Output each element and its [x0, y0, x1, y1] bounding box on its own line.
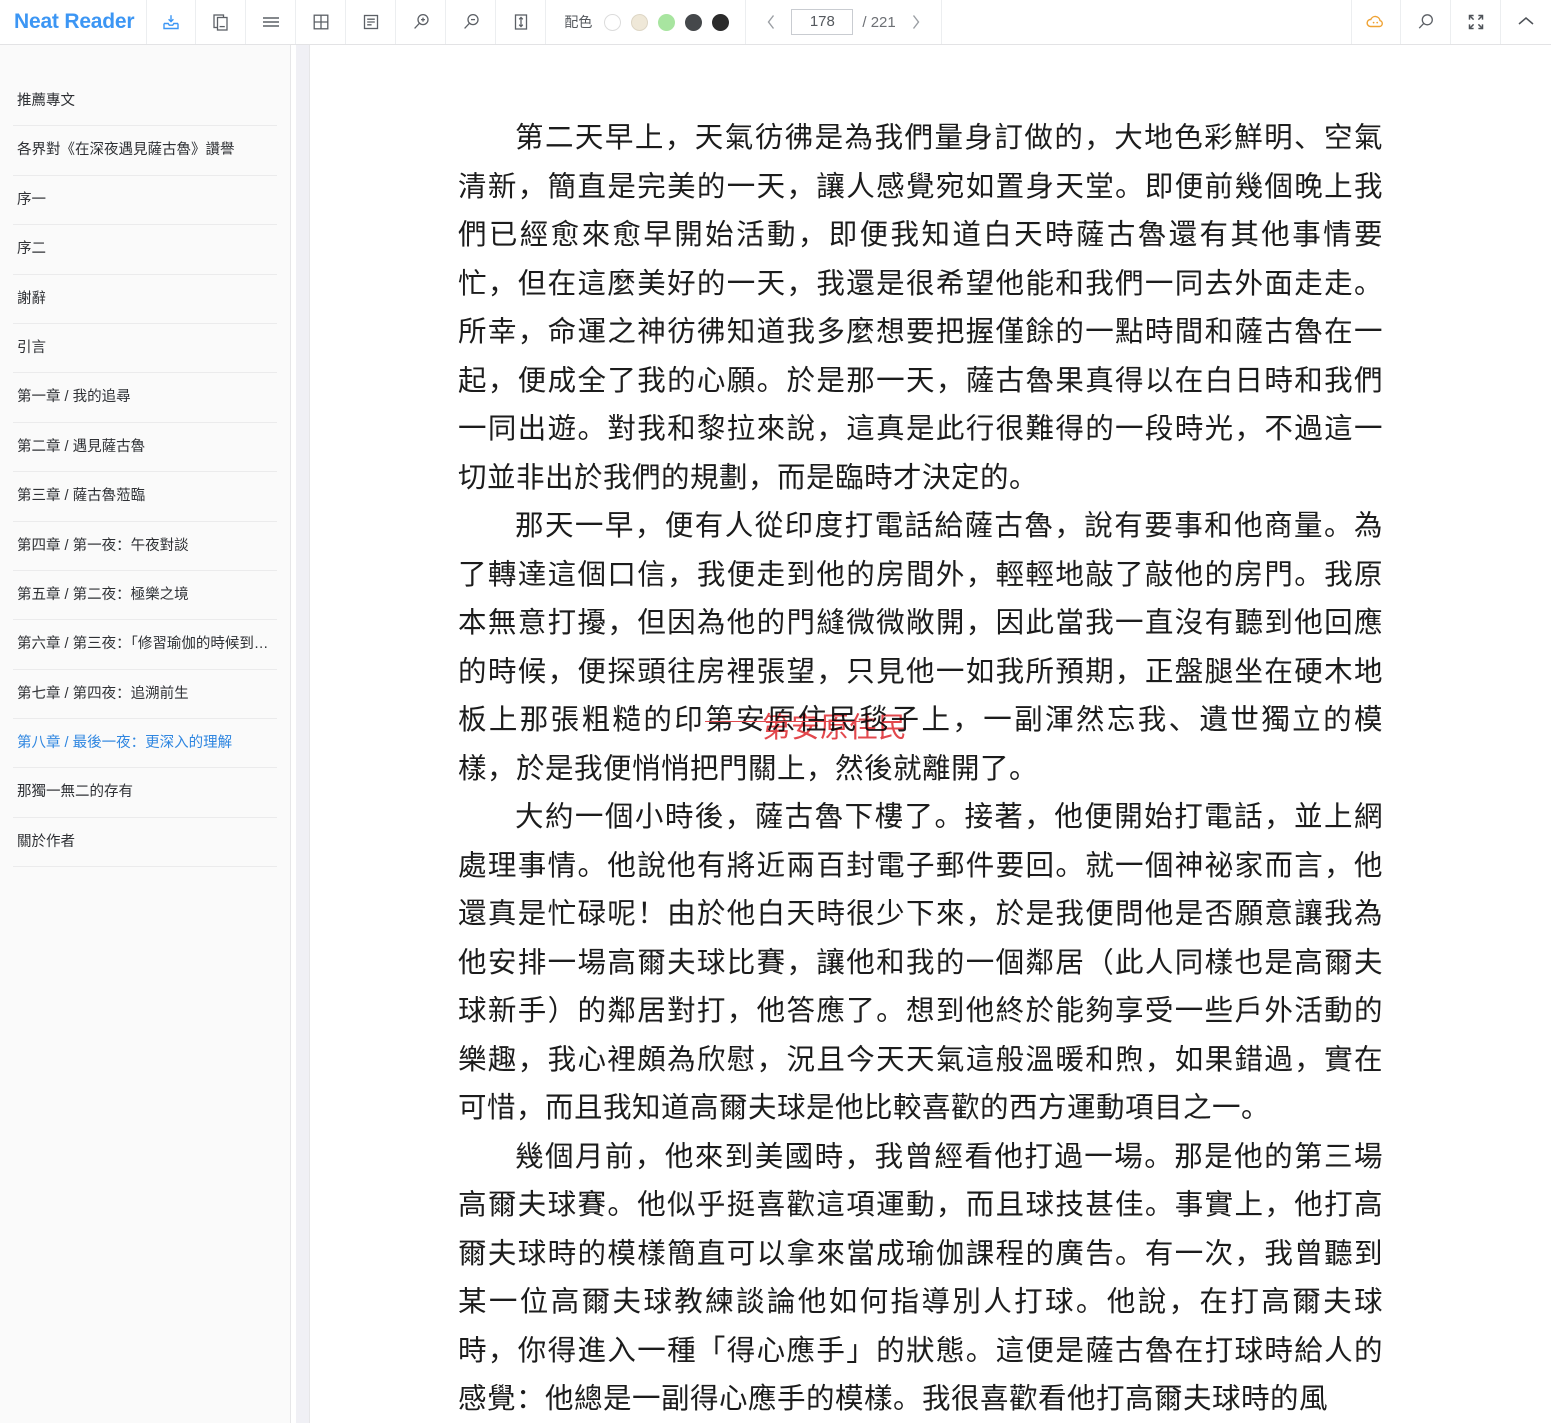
prev-page-button[interactable] — [760, 9, 782, 35]
sidebar-item-9[interactable]: 第四章 / 第一夜：午夜對談 — [13, 522, 277, 571]
color-scheme-group: 配色 — [546, 0, 747, 44]
scheme-sepia-swatch[interactable] — [631, 13, 649, 31]
single-page-button[interactable] — [346, 0, 397, 44]
sidebar-item-10[interactable]: 第五章 / 第二夜：極樂之境 — [13, 571, 277, 621]
fullscreen-button[interactable] — [1451, 0, 1501, 44]
save-to-bookshelf-icon — [161, 12, 181, 32]
sidebar-item-1[interactable]: 各界對《在深夜遇見薩古魯》讚譽 — [13, 126, 277, 176]
app-logo: Neat Reader — [14, 10, 135, 33]
toolbar-right-group — [1351, 0, 1551, 44]
scheme-dark-gray-swatch[interactable] — [685, 13, 703, 31]
single-page-icon — [361, 12, 381, 32]
sidebar-item-11[interactable]: 第六章 / 第三夜：「修習瑜伽的時候到… — [13, 620, 277, 670]
scheme-white-swatch[interactable] — [604, 13, 622, 31]
save-to-bookshelf-button[interactable] — [146, 0, 197, 44]
sidebar-item-4[interactable]: 謝辭 — [13, 275, 277, 324]
page-number-input[interactable]: 178 — [791, 9, 854, 35]
fit-height-button[interactable] — [496, 0, 547, 44]
zoom-out-button[interactable] — [446, 0, 497, 44]
table-of-contents-sidebar[interactable]: 推薦專文 各界對《在深夜遇見薩古魯》讚譽 序一 序二 謝辭 引言 第一章 / 我… — [0, 45, 290, 1423]
book-page: 第二天早上，天氣彷彿是為我們量身訂做的，大地色彩鮮明、空氣清新，簡直是完美的一天… — [458, 45, 1383, 1423]
search-button[interactable] — [1401, 0, 1451, 44]
fullscreen-icon — [1466, 12, 1486, 32]
menu-button[interactable] — [246, 0, 297, 44]
top-toolbar: Neat Reader 配色 178 / 221 — [0, 0, 1551, 45]
sidebar-item-12[interactable]: 第七章 / 第四夜：追溯前生 — [13, 670, 277, 720]
collapse-toolbar-icon — [1514, 12, 1538, 32]
sidebar-item-0[interactable]: 推薦專文 — [13, 77, 277, 127]
zoom-out-icon — [460, 11, 482, 33]
scheme-black-swatch[interactable] — [712, 13, 730, 31]
zoom-in-icon — [410, 11, 432, 33]
grid-layout-button[interactable] — [296, 0, 347, 44]
grid-layout-icon — [311, 12, 331, 32]
sidebar-item-7[interactable]: 第二章 / 遇見薩古魯 — [13, 423, 277, 473]
copy-icon — [211, 12, 231, 32]
collapse-toolbar-button[interactable] — [1501, 0, 1551, 44]
pane-divider — [290, 45, 291, 1423]
paragraph-1: 第二天早上，天氣彷彿是為我們量身訂做的，大地色彩鮮明、空氣清新，簡直是完美的一天… — [458, 123, 1383, 494]
cloud-sync-button[interactable] — [1351, 0, 1401, 44]
copy-button[interactable] — [196, 0, 247, 44]
paragraph-4: 幾個月前，他來到美國時，我曾經看他打過一場。那是他的第三場高爾夫球賽。他似乎挺喜… — [458, 1141, 1383, 1416]
sidebar-item-13[interactable]: 第八章 / 最後一夜：更深入的理解 — [13, 719, 277, 769]
pager-group: 178 / 221 — [746, 0, 942, 44]
paragraph-2: 那天一早，便有人從印度打電話給薩古魯，說有要事和他商量。為了轉達這個口信，我便走… — [458, 511, 1383, 785]
color-scheme-label: 配色 — [564, 14, 593, 30]
content-scrollbar[interactable] — [296, 45, 309, 1423]
sidebar-item-8[interactable]: 第三章 / 薩古魯蒞臨 — [13, 472, 277, 522]
scheme-green-swatch[interactable] — [658, 13, 676, 31]
sidebar-item-2[interactable]: 序一 — [13, 176, 277, 226]
cloud-sync-icon — [1364, 12, 1388, 32]
menu-icon — [260, 12, 282, 32]
sidebar-item-6[interactable]: 第一章 / 我的追尋 — [13, 373, 277, 423]
fit-height-icon — [511, 12, 531, 32]
reader-viewport: 第二天早上，天氣彷彿是為我們量身訂做的，大地色彩鮮明、空氣清新，簡直是完美的一天… — [310, 45, 1551, 1423]
sidebar-item-5[interactable]: 引言 — [13, 324, 277, 374]
page-total-label: / 221 — [862, 13, 896, 31]
annotation-strikethrough[interactable]: 第安原住民 第安原住民 — [705, 705, 907, 744]
search-icon — [1415, 11, 1437, 33]
zoom-in-button[interactable] — [396, 0, 447, 44]
sidebar-item-14[interactable]: 那獨一無二的存有 — [13, 768, 277, 818]
sidebar-item-15[interactable]: 關於作者 — [13, 818, 277, 868]
paragraph-3: 大約一個小時後，薩古魯下樓了。接著，他便開始打電話，並上網處理事情。他說他有將近… — [458, 802, 1383, 1124]
next-page-button[interactable] — [905, 9, 927, 35]
sidebar-item-3[interactable]: 序二 — [13, 225, 277, 275]
annotation-overlay-text: 第安原住民 — [762, 713, 908, 744]
